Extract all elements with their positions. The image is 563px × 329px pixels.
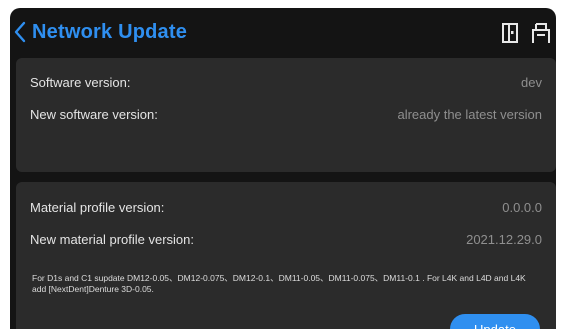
material-version-row: Material profile version: 0.0.0.0 xyxy=(30,197,542,217)
chevron-left-icon xyxy=(14,21,26,43)
material-profile-card: Material profile version: 0.0.0.0 New ma… xyxy=(16,182,556,329)
software-version-card: Software version: dev New software versi… xyxy=(16,58,556,172)
back-button[interactable]: Network Update xyxy=(14,17,187,47)
software-version-label: Software version: xyxy=(30,74,131,90)
page-title: Network Update xyxy=(32,21,188,43)
new-material-version-label: New material profile version: xyxy=(30,231,195,247)
new-software-version-row: New software version: already the latest… xyxy=(30,104,542,124)
material-update-note: For D1s and C1 supdate DM12-0.05、DM12-0.… xyxy=(32,273,526,294)
printer-icon[interactable] xyxy=(530,21,552,45)
exit-door-icon[interactable] xyxy=(500,21,522,45)
new-material-version-row: New material profile version: 2021.12.29… xyxy=(30,229,542,249)
material-version-label: Material profile version: xyxy=(30,199,165,215)
header-bar: Network Update xyxy=(10,8,556,56)
software-version-value: dev xyxy=(521,74,542,90)
new-software-version-label: New software version: xyxy=(30,106,158,122)
new-material-version-value: 2021.12.29.0 xyxy=(466,231,542,247)
update-button[interactable]: Update xyxy=(450,314,540,329)
network-update-screen: Network Update Software version: dev New… xyxy=(10,8,556,329)
material-version-value: 0.0.0.0 xyxy=(502,199,542,215)
new-software-version-value: already the latest version xyxy=(397,106,542,122)
software-version-row: Software version: dev xyxy=(30,72,542,92)
